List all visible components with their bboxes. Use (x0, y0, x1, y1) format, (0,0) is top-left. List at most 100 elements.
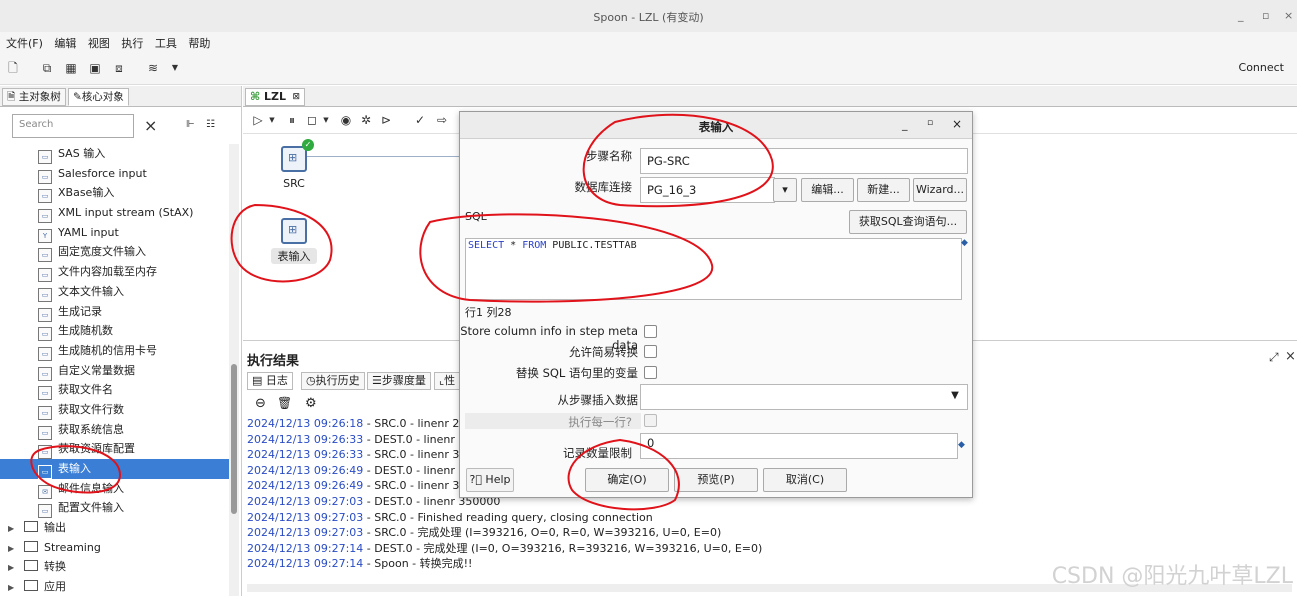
menu-help[interactable]: 帮助 (188, 35, 210, 51)
tab-history[interactable]: ◷执行历史 (301, 372, 365, 390)
ok-button[interactable]: 确定(O) (585, 468, 669, 492)
run-icon[interactable]: ▷ (251, 113, 265, 127)
step-name-field[interactable]: PG-SRC (640, 148, 968, 174)
tree-item[interactable]: ▭ 生成记录 (0, 302, 229, 322)
scrollbar-thumb[interactable] (231, 364, 237, 514)
explore-repository-icon[interactable]: ▦ (64, 61, 78, 75)
tree-item[interactable]: ▭ 生成随机数 (0, 321, 229, 342)
tree-item[interactable]: ▭ SAS 输入 (0, 144, 229, 164)
tree-folder[interactable]: ▶ 转换 (0, 557, 229, 577)
step-src[interactable]: ⊞ (281, 146, 307, 172)
get-sql-button[interactable]: 获取SQL查询语句... (849, 210, 967, 234)
expand-arrow-icon[interactable]: ▶ (8, 519, 18, 539)
tree-item[interactable]: ▭ 获取资源库配置 (0, 439, 229, 460)
open-file-icon[interactable]: ⧉ (40, 61, 54, 75)
maximize-button[interactable]: ▫ (1262, 9, 1269, 22)
tree-folder[interactable]: ▶ 应用 (0, 577, 229, 597)
tree-item[interactable]: ▭ 生成随机的信用卡号 (0, 341, 229, 361)
tree-item[interactable]: ▭ XBase输入 (0, 183, 229, 204)
menu-edit[interactable]: 编辑 (54, 35, 76, 51)
delete-icon[interactable]: 🗑 (277, 396, 292, 410)
tree-item[interactable]: ▭ 文本文件输入 (0, 282, 229, 302)
tree-item[interactable]: ▭ 配置文件输入 (0, 498, 229, 519)
dialog-minimize-button[interactable]: _ (902, 118, 908, 131)
success-check-icon: ✓ (302, 139, 314, 151)
settings-icon[interactable]: ⚙ (305, 396, 317, 411)
minimize-button[interactable]: _ (1238, 9, 1244, 22)
clear-search-icon[interactable]: × (144, 116, 157, 135)
dialog-maximize-button[interactable]: ▫ (927, 118, 933, 128)
collapse-tree-icon[interactable]: ⊩ (186, 119, 195, 130)
menu-run[interactable]: 执行 (121, 35, 143, 51)
stop-dropdown-icon[interactable]: ▼ (319, 113, 333, 127)
tree-item[interactable]: ▭ 文件内容加载至内存 (0, 262, 229, 283)
expand-tree-icon[interactable]: ☷ (206, 119, 215, 130)
connect-button[interactable]: Connect (1239, 61, 1284, 74)
tree-item-label: SAS 输入 (58, 147, 106, 160)
tab-performance[interactable]: ⌞性 (434, 372, 461, 390)
expand-arrow-icon[interactable]: ▶ (8, 539, 18, 559)
stop-icon[interactable]: ◻ (305, 113, 319, 127)
help-button[interactable]: ?⃝ Help (466, 468, 514, 492)
wizard-button[interactable]: Wizard... (913, 178, 967, 202)
edit-connection-button[interactable]: 编辑... (801, 178, 854, 202)
exec-each-row-checkbox[interactable] (644, 414, 657, 427)
new-connection-button[interactable]: 新建... (857, 178, 910, 202)
save-icon[interactable]: ▣ (88, 61, 102, 75)
cancel-button[interactable]: 取消(C) (763, 468, 847, 492)
close-tab-icon[interactable]: ⊠ (293, 89, 301, 105)
expand-arrow-icon[interactable]: ▶ (8, 558, 18, 578)
tree-item[interactable]: ▭ 自定义常量数据 (0, 361, 229, 381)
tree-folder[interactable]: ▶ 输出 (0, 518, 229, 538)
menu-file[interactable]: 文件(F) (6, 35, 43, 51)
maximize-panel-icon[interactable]: ⤢ (1269, 350, 1279, 365)
dialog-close-button[interactable]: × (952, 117, 962, 131)
menu-view[interactable]: 视图 (88, 35, 110, 51)
layers-icon[interactable]: ≋ (146, 61, 160, 75)
tab-transformation[interactable]: ⌘ LZL ⊠ (245, 88, 306, 106)
clear-log-icon[interactable]: ⊖ (255, 396, 266, 411)
row-limit-field[interactable]: 0 (640, 433, 958, 459)
db-connection-select[interactable]: PG_16_3 (640, 177, 775, 203)
tree-item[interactable]: ▭ Salesforce input (0, 164, 229, 184)
run-dropdown-icon[interactable]: ▼ (265, 113, 279, 127)
tab-core-objects[interactable]: ✎核心对象 (68, 88, 129, 106)
replace-vars-checkbox[interactable] (644, 366, 657, 379)
left-scrollbar[interactable] (229, 144, 239, 596)
tree-item-selected[interactable]: ▭ 表输入 (0, 459, 229, 479)
tree-item[interactable]: ▭ 获取文件名 (0, 380, 229, 401)
layers-dropdown-icon[interactable]: ▼ (168, 61, 182, 75)
preview-button[interactable]: 预览(P) (674, 468, 758, 492)
tree-item[interactable]: ▭ 固定宽度文件输入 (0, 242, 229, 263)
step-table-input[interactable]: ⊞ (281, 218, 307, 244)
tree-item[interactable]: ✉ 邮件信息输入 (0, 479, 229, 499)
sql-editor[interactable]: SELECT * FROM PUBLIC.TESTTAB (465, 238, 962, 300)
tree-item[interactable]: ▭ 获取文件行数 (0, 400, 229, 420)
close-panel-icon[interactable]: × (1285, 349, 1296, 364)
impact-icon[interactable]: ⇨ (435, 113, 449, 127)
tree-item[interactable]: Y YAML input (0, 223, 229, 243)
tab-main-tree[interactable]: 🗎 主对象树 (2, 88, 66, 106)
expand-arrow-icon[interactable]: ▶ (8, 578, 18, 598)
verify-icon[interactable]: ✓ (413, 113, 427, 127)
menu-tools[interactable]: 工具 (155, 35, 177, 51)
tree-item[interactable]: ▭ 获取系统信息 (0, 420, 229, 440)
pause-icon[interactable]: ⏸ (285, 113, 299, 127)
tree-folder[interactable]: ▶ Streaming (0, 538, 229, 558)
save-as-icon[interactable]: ⧈ (112, 61, 126, 75)
chevron-down-icon[interactable]: ▾ (773, 178, 797, 202)
window-titlebar: Spoon - LZL (有变动) _ ▫ × (0, 0, 1297, 33)
chevron-down-icon[interactable]: ▼ (944, 385, 966, 409)
tab-log[interactable]: ▤ 日志 (247, 372, 293, 390)
preview-icon[interactable]: ◉ (339, 113, 353, 127)
tab-step-metrics[interactable]: ☰步骤度量 (367, 372, 431, 390)
new-file-icon[interactable]: 🗋 (6, 61, 20, 75)
replay-icon[interactable]: ⊳ (379, 113, 393, 127)
lazy-conversion-checkbox[interactable] (644, 345, 657, 358)
search-input[interactable]: Search (12, 114, 134, 138)
tree-item[interactable]: ▭ XML input stream (StAX) (0, 203, 229, 224)
store-meta-checkbox[interactable] (644, 325, 657, 338)
insert-from-step-select[interactable] (640, 384, 968, 410)
debug-icon[interactable]: ✲ (359, 113, 373, 127)
close-button[interactable]: × (1284, 9, 1293, 22)
